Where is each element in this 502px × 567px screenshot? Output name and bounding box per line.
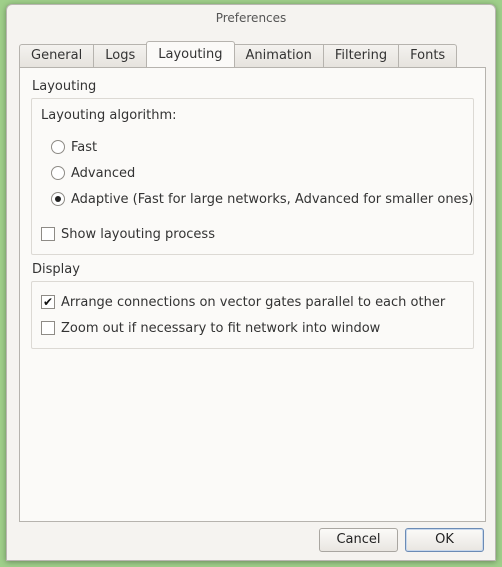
zoom-out-box[interactable] (41, 321, 55, 335)
tab-layouting[interactable]: Layouting (146, 41, 235, 67)
cancel-button[interactable]: Cancel (319, 528, 398, 552)
arrange-connections-box[interactable]: ✔ (41, 295, 55, 309)
arrange-connections-label: Arrange connections on vector gates para… (61, 294, 446, 310)
dialog-title: Preferences (215, 11, 287, 25)
show-layouting-process-label: Show layouting process (61, 226, 215, 242)
show-layouting-process-checkbox[interactable]: Show layouting process (41, 225, 215, 243)
zoom-out-label: Zoom out if necessary to fit network int… (61, 320, 381, 336)
display-group: ✔ Arrange connections on vector gates pa… (31, 281, 474, 349)
tab-filtering[interactable]: Filtering (322, 44, 400, 67)
radio-adaptive-label: Adaptive (Fast for large networks, Advan… (71, 191, 474, 207)
tab-bar: General Logs Layouting Animation Filteri… (19, 41, 458, 67)
zoom-out-checkbox[interactable]: Zoom out if necessary to fit network int… (41, 319, 380, 337)
radio-advanced[interactable]: Advanced (51, 164, 135, 182)
tab-general[interactable]: General (19, 44, 95, 67)
layouting-tab-panel: Layouting Layouting algorithm: Fast Adva… (19, 67, 486, 522)
radio-advanced-indicator[interactable] (51, 166, 65, 180)
display-section-label: Display (32, 262, 80, 277)
tab-animation[interactable]: Animation (233, 44, 324, 67)
preferences-dialog: Preferences General Logs Layouting Anima… (6, 4, 496, 561)
radio-fast-indicator[interactable] (51, 140, 65, 154)
ok-button[interactable]: OK (405, 528, 484, 552)
radio-fast[interactable]: Fast (51, 138, 97, 156)
radio-fast-label: Fast (71, 139, 98, 155)
layouting-section-label: Layouting (32, 79, 97, 94)
layouting-algorithm-label: Layouting algorithm: (41, 107, 177, 123)
radio-adaptive-indicator[interactable] (51, 192, 65, 206)
radio-advanced-label: Advanced (71, 165, 136, 181)
radio-adaptive[interactable]: Adaptive (Fast for large networks, Advan… (51, 190, 473, 208)
tab-logs[interactable]: Logs (93, 44, 148, 67)
show-layouting-process-box[interactable] (41, 227, 55, 241)
arrange-connections-checkbox[interactable]: ✔ Arrange connections on vector gates pa… (41, 293, 445, 311)
tab-fonts[interactable]: Fonts (398, 44, 458, 67)
layouting-group: Layouting algorithm: Fast Advanced Adapt… (31, 98, 474, 255)
